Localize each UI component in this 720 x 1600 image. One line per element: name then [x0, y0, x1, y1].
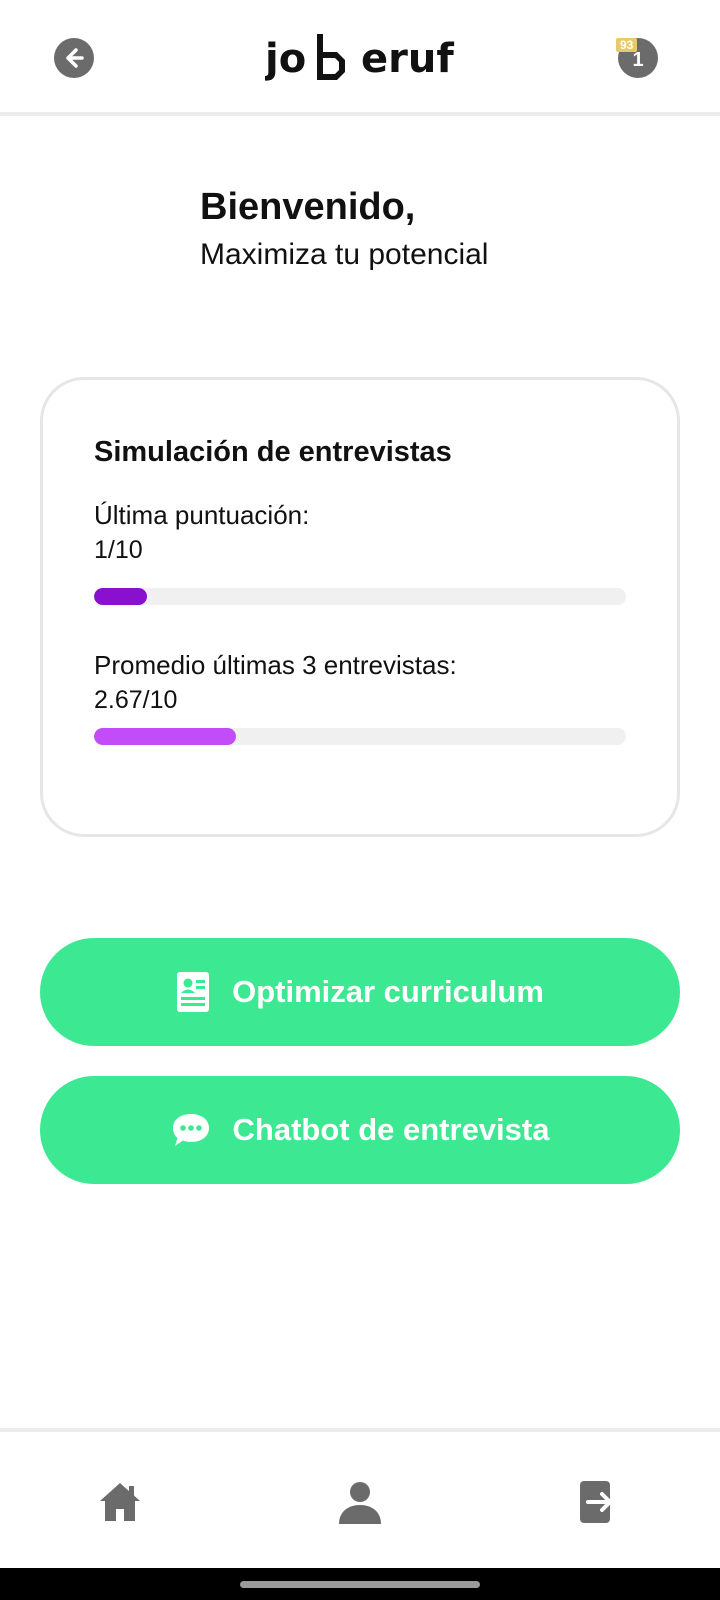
welcome-title: Bienvenido,: [200, 186, 416, 228]
nav-logout-button[interactable]: [576, 1478, 624, 1526]
average-score-value: 2.67/10: [94, 686, 178, 714]
interview-chatbot-label: Chatbot de entrevista: [232, 1112, 550, 1147]
gesture-handle[interactable]: [240, 1581, 480, 1588]
chat-bubble-icon: [171, 1112, 211, 1148]
last-score-progress-fill: [94, 588, 148, 605]
logout-icon: [580, 1481, 612, 1523]
average-score-progress-fill: [94, 728, 237, 745]
card-title: Simulación de entrevistas: [94, 436, 452, 468]
nav-home-button[interactable]: [96, 1478, 144, 1526]
resume-icon: [176, 971, 210, 1013]
svg-text:jo: jo: [265, 36, 306, 82]
last-score-label: Última puntuación:: [94, 500, 310, 530]
app-logo: jo eruf: [263, 30, 455, 86]
last-score-value: 1/10: [94, 536, 143, 564]
nav-profile-button[interactable]: [336, 1478, 384, 1526]
profile-icon: [339, 1482, 381, 1524]
svg-text:eruf: eruf: [361, 36, 454, 82]
battery-indicator: 93: [616, 38, 638, 52]
home-icon: [100, 1483, 140, 1521]
average-score-progress-track: [94, 728, 626, 745]
average-score-label: Promedio últimas 3 entrevistas:: [94, 650, 457, 680]
welcome-subtitle: Maximiza tu potencial: [200, 238, 489, 271]
arrow-left-icon: [66, 48, 84, 68]
optimize-resume-label: Optimizar curriculum: [232, 974, 544, 1009]
optimize-resume-button[interactable]: Optimizar curriculum: [40, 938, 680, 1046]
app-header: jo eruf 1 93: [0, 0, 720, 116]
last-score-progress-track: [94, 588, 626, 605]
back-button[interactable]: [54, 38, 94, 78]
interview-chatbot-button[interactable]: Chatbot de entrevista: [40, 1076, 680, 1184]
